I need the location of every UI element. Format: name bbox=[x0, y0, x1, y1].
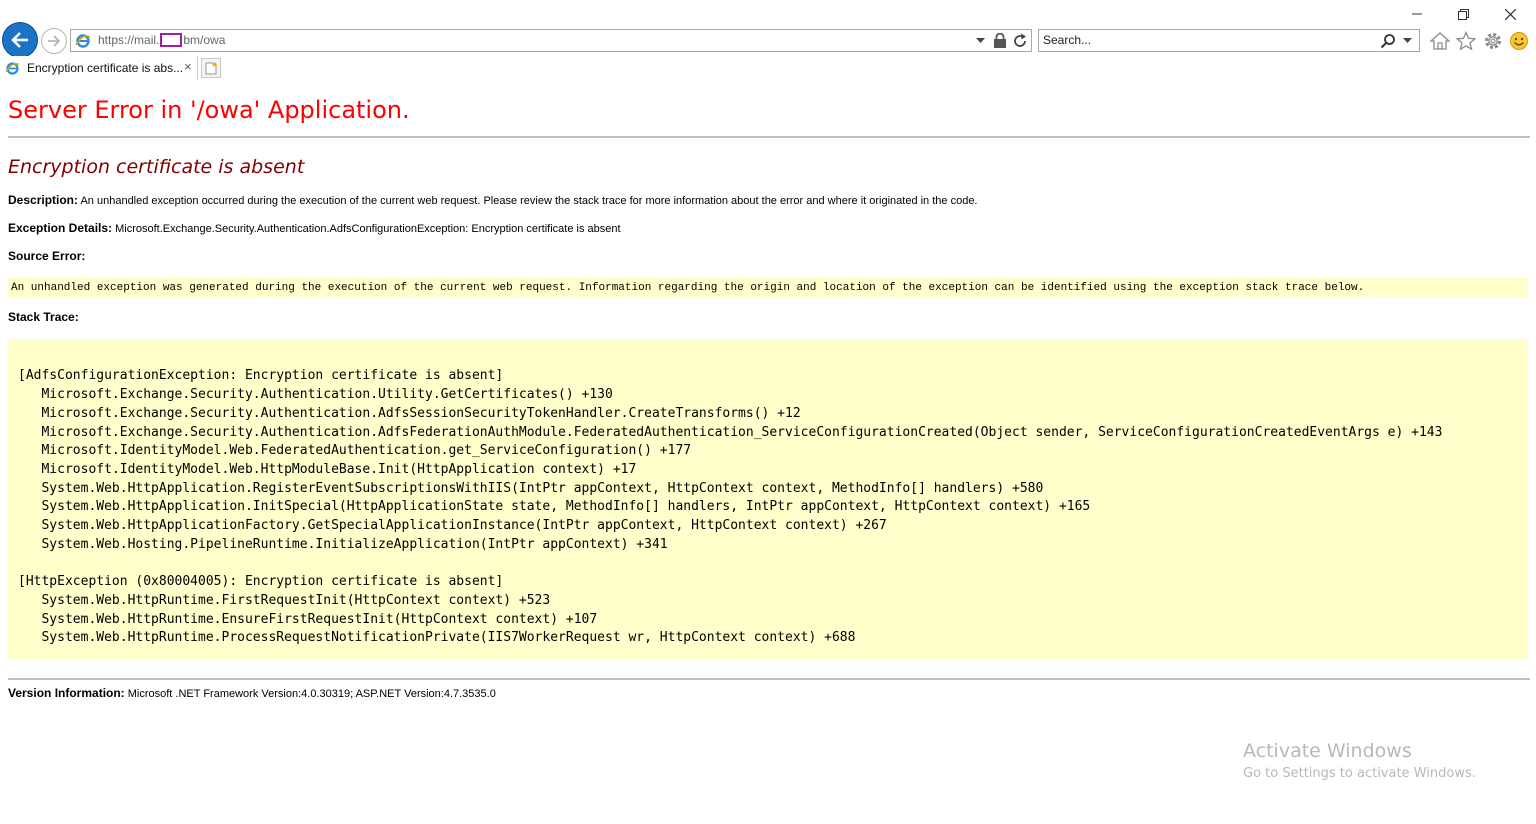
refresh-icon[interactable] bbox=[1012, 33, 1028, 49]
activate-windows-watermark: Activate Windows Go to Settings to activ… bbox=[1243, 740, 1476, 781]
new-tab-button[interactable] bbox=[201, 58, 221, 78]
tab-encryption-certificate[interactable]: Encryption certificate is abs... × bbox=[0, 56, 198, 80]
version-label: Version Information: bbox=[8, 686, 125, 700]
version-divider bbox=[8, 678, 1530, 680]
search-input[interactable] bbox=[1043, 32, 1363, 48]
stack-line: System.Web.Hosting.PipelineRuntime.Initi… bbox=[18, 537, 668, 552]
forward-button[interactable] bbox=[41, 28, 67, 54]
url-suffix: bm/owa bbox=[183, 33, 226, 47]
favorites-button[interactable] bbox=[1455, 30, 1477, 52]
exception-text: Microsoft.Exchange.Security.Authenticati… bbox=[115, 223, 621, 235]
url-prefix: https://mail. bbox=[98, 33, 160, 47]
home-icon bbox=[1430, 32, 1450, 50]
lock-icon[interactable] bbox=[993, 33, 1007, 48]
back-arrow-icon bbox=[11, 32, 28, 48]
description-row: Description: An unhandled exception occu… bbox=[8, 193, 978, 207]
source-error-label: Source Error: bbox=[8, 249, 86, 263]
tab-close-icon[interactable]: × bbox=[184, 60, 192, 74]
search-dropdown-icon[interactable] bbox=[1403, 38, 1412, 44]
source-error-row: Source Error: bbox=[8, 249, 85, 263]
stack-line: System.Web.HttpApplication.InitSpecial(H… bbox=[18, 499, 1091, 514]
search-box[interactable] bbox=[1038, 29, 1420, 52]
exception-details-row: Exception Details: Microsoft.Exchange.Se… bbox=[8, 221, 621, 235]
stack-line: System.Web.HttpRuntime.ProcessRequestNot… bbox=[18, 630, 856, 645]
version-text: Microsoft .NET Framework Version:4.0.303… bbox=[127, 688, 496, 700]
close-window-button[interactable] bbox=[1488, 3, 1532, 25]
forward-arrow-icon bbox=[48, 35, 61, 47]
tools-button[interactable] bbox=[1482, 30, 1504, 52]
stack-line: [HttpException (0x80004005): Encryption … bbox=[18, 574, 504, 589]
restore-icon bbox=[1457, 8, 1469, 20]
back-button[interactable] bbox=[2, 22, 38, 58]
search-icon[interactable] bbox=[1380, 33, 1396, 49]
browser-title-bar: https://mail. bm/owa bbox=[0, 0, 1536, 58]
home-button[interactable] bbox=[1429, 30, 1451, 52]
stack-line: System.Web.HttpApplication.RegisterEvent… bbox=[18, 481, 1044, 496]
stack-line: Microsoft.IdentityModel.Web.HttpModuleBa… bbox=[18, 462, 637, 477]
stack-trace-box: [AdfsConfigurationException: Encryption … bbox=[8, 339, 1528, 659]
tab-strip: Encryption certificate is abs... × bbox=[0, 56, 1536, 80]
title-divider bbox=[8, 136, 1530, 138]
version-info-row: Version Information: Microsoft .NET Fram… bbox=[8, 686, 496, 700]
stack-line: System.Web.HttpRuntime.FirstRequestInit(… bbox=[18, 593, 551, 608]
ie-logo-icon bbox=[75, 34, 91, 48]
stack-line: Microsoft.Exchange.Security.Authenticati… bbox=[18, 387, 613, 402]
stack-line: System.Web.HttpRuntime.EnsureFirstReques… bbox=[18, 612, 598, 627]
watermark-title: Activate Windows bbox=[1243, 740, 1412, 762]
source-error-box: An unhandled exception was generated dur… bbox=[8, 277, 1528, 297]
gear-icon bbox=[1485, 33, 1501, 49]
stack-line: Microsoft.Exchange.Security.Authenticati… bbox=[18, 406, 801, 421]
stack-trace-row: Stack Trace: bbox=[8, 310, 79, 324]
dropdown-icon[interactable] bbox=[976, 38, 985, 44]
feedback-button[interactable] bbox=[1508, 30, 1530, 52]
restore-button[interactable] bbox=[1441, 3, 1485, 25]
ie-tab-icon bbox=[5, 62, 20, 75]
description-text: An unhandled exception occurred during t… bbox=[80, 195, 978, 207]
close-icon bbox=[1504, 8, 1516, 20]
smiley-feedback-icon bbox=[1510, 32, 1528, 50]
minimize-button[interactable] bbox=[1395, 3, 1439, 25]
exception-label: Exception Details: bbox=[8, 221, 113, 235]
stack-line: Microsoft.IdentityModel.Web.FederatedAut… bbox=[18, 443, 692, 458]
url-text[interactable]: https://mail. bm/owa bbox=[98, 33, 225, 47]
favorites-star-icon bbox=[1456, 31, 1476, 51]
watermark-subtitle: Go to Settings to activate Windows. bbox=[1243, 766, 1476, 781]
stack-line: System.Web.HttpApplicationFactory.GetSpe… bbox=[18, 518, 887, 533]
source-error-text: An unhandled exception was generated dur… bbox=[11, 282, 1365, 294]
tab-title: Encryption certificate is abs... bbox=[27, 61, 184, 75]
page-title: Server Error in '/owa' Application. bbox=[8, 96, 410, 124]
redaction-box bbox=[160, 33, 183, 47]
address-bar[interactable]: https://mail. bm/owa bbox=[70, 29, 1032, 52]
minimize-icon bbox=[1412, 13, 1422, 15]
stack-trace-label: Stack Trace: bbox=[8, 310, 79, 324]
new-tab-icon bbox=[205, 62, 217, 74]
stack-line: Microsoft.Exchange.Security.Authenticati… bbox=[18, 425, 1443, 440]
error-subtitle: Encryption certificate is absent bbox=[8, 156, 305, 178]
stack-line: [AdfsConfigurationException: Encryption … bbox=[18, 368, 504, 383]
description-label: Description: bbox=[8, 193, 79, 207]
